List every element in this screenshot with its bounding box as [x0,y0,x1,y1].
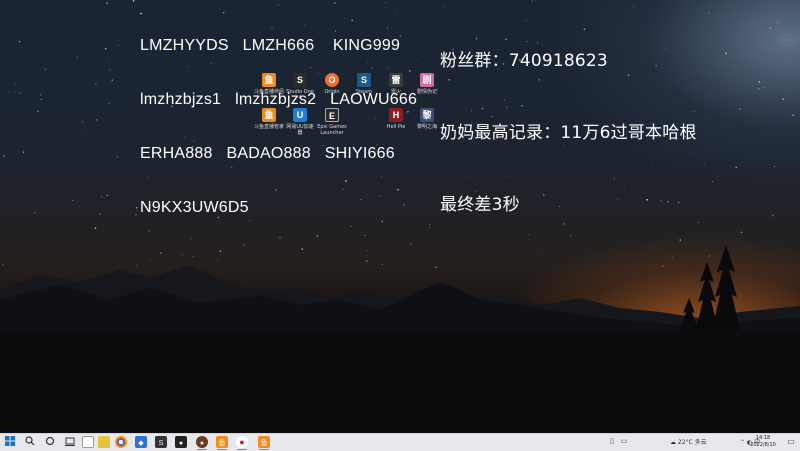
taskbar-app-douyu[interactable]: 鱼 [216,436,228,448]
taskbar-app-explorer[interactable] [98,436,110,448]
steam-icon: S [357,73,371,87]
desktop-wallpaper: LMZHYYDS LMZH666 KING999 lmzhzbjzs1 lmzh… [0,0,800,433]
studio-one-icon: S [159,440,164,447]
taskbar: ◆ S ● ● 鱼 ● 鱼 ▯ ▭ ☁ 22°C 多云 ⌃ ◐ 中 14:18 … [0,433,800,451]
search-button[interactable] [24,436,36,448]
taskbar-app-obs[interactable]: ● [175,436,187,448]
desktop-icon-origin[interactable]: O Origin [316,73,348,95]
search-icon [25,436,35,446]
desktop-icon-label: Steam [348,89,380,95]
stream-info-text: 粉丝群：740918623 奶妈最高记录：11万6过哥本哈根 最终差3秒 [440,1,697,265]
desktop-icon-leihuo[interactable]: 雷 雷火 [380,73,412,95]
desktop-icon-steam[interactable]: S Steam [348,73,380,95]
taskbar-app-window[interactable] [82,436,94,448]
obs-icon: ● [179,440,183,447]
desktop-icon-studio-one[interactable]: S Studio One 4 [284,73,316,101]
taskbar-app-studio-one[interactable]: S [155,436,167,448]
sea-of-dawn-icon: 黎 [420,108,434,122]
taskbar-app-shield[interactable]: ◆ [135,436,147,448]
douyu-icon: 鱼 [262,73,276,87]
start-button[interactable] [4,436,16,448]
weather-widget[interactable]: ☁ 22°C 多云 [670,437,707,446]
douyu-manager-icon: 鱼 [261,440,268,447]
codes-line: ERHA888 BADAO888 SHIYI666 [140,145,417,163]
netease-music-icon: ● [239,437,244,447]
shield-icon: ◆ [138,440,143,447]
desktop-icon-game[interactable]: 剧 剧情伪记 [411,73,443,95]
task-view-icon [65,436,75,446]
cortana-button[interactable] [44,436,56,448]
hell-pie-icon: H [389,108,403,122]
game-icon: 剧 [420,73,434,87]
douyu-manager-icon: 鱼 [262,108,276,122]
taskbar-clock[interactable]: 14:18 2022/8/10 [748,435,778,449]
task-view-button[interactable] [64,436,76,448]
desktop-icon-label: Origin [316,89,348,95]
desktop-icon-label: 雷火 [380,89,412,95]
tray-icon-1[interactable]: ▯ [606,436,618,448]
desktop-icon-hell-pie[interactable]: H Hell Pie [380,108,412,130]
clock-date: 2022/8/10 [748,442,778,449]
taskbar-app-netease-music[interactable]: ● [236,436,248,448]
taskbar-app-chrome[interactable] [115,436,127,448]
taskbar-app-game[interactable]: ● [196,436,208,448]
desktop-icon-label: Hell Pie [380,124,412,130]
desktop-icon-label: Epic Games Launcher [316,124,348,136]
desktop-icon-label: Studio One 4 [284,89,316,101]
record-text-2: 最终差3秒 [440,193,697,217]
notification-icon: ▭ [787,437,795,446]
tray-icon-2[interactable]: ▭ [618,436,630,448]
codes-line: LMZHYYDS LMZH666 KING999 [140,37,417,55]
desktop-icon-uu[interactable]: U 网易UU加速器 [284,108,316,136]
desktop-icon-epic[interactable]: E Epic Games Launcher [316,108,348,136]
desktop-icon-label: 斗鱼直播管家 [253,124,285,130]
taskbar-app-douyu-manager[interactable]: 鱼 [258,436,270,448]
record-text: 奶妈最高记录：11万6过哥本哈根 [440,121,697,145]
codes-line: N9KX3UW6D5 [140,199,417,217]
fan-group-text: 粉丝群：740918623 [440,49,697,73]
douyu-icon: 鱼 [219,440,226,447]
desktop-icon-label: 斗鱼直播伴侣 [253,89,285,95]
origin-icon: O [325,73,339,87]
desktop-icon-label: 黎明之海 [411,124,443,130]
studio-one-icon: S [293,73,307,87]
desktop-icon-douyu[interactable]: 鱼 斗鱼直播伴侣 [253,73,285,95]
game-icon: ● [200,440,204,447]
desktop-icon-douyu-manager[interactable]: 鱼 斗鱼直播管家 [253,108,285,130]
cortana-icon [45,436,55,446]
desktop-icon-label: 剧情伪记 [411,89,443,95]
desktop-icon-sea-of-dawn[interactable]: 黎 黎明之海 [411,108,443,130]
leihuo-icon: 雷 [389,73,403,87]
uu-accelerator-icon: U [293,108,307,122]
desktop-icon-label: 网易UU加速器 [284,124,316,136]
epic-games-icon: E [325,108,339,122]
notification-button[interactable]: ▭ [786,437,796,447]
windows-icon [5,436,15,446]
clock-time: 14:18 [748,435,778,442]
